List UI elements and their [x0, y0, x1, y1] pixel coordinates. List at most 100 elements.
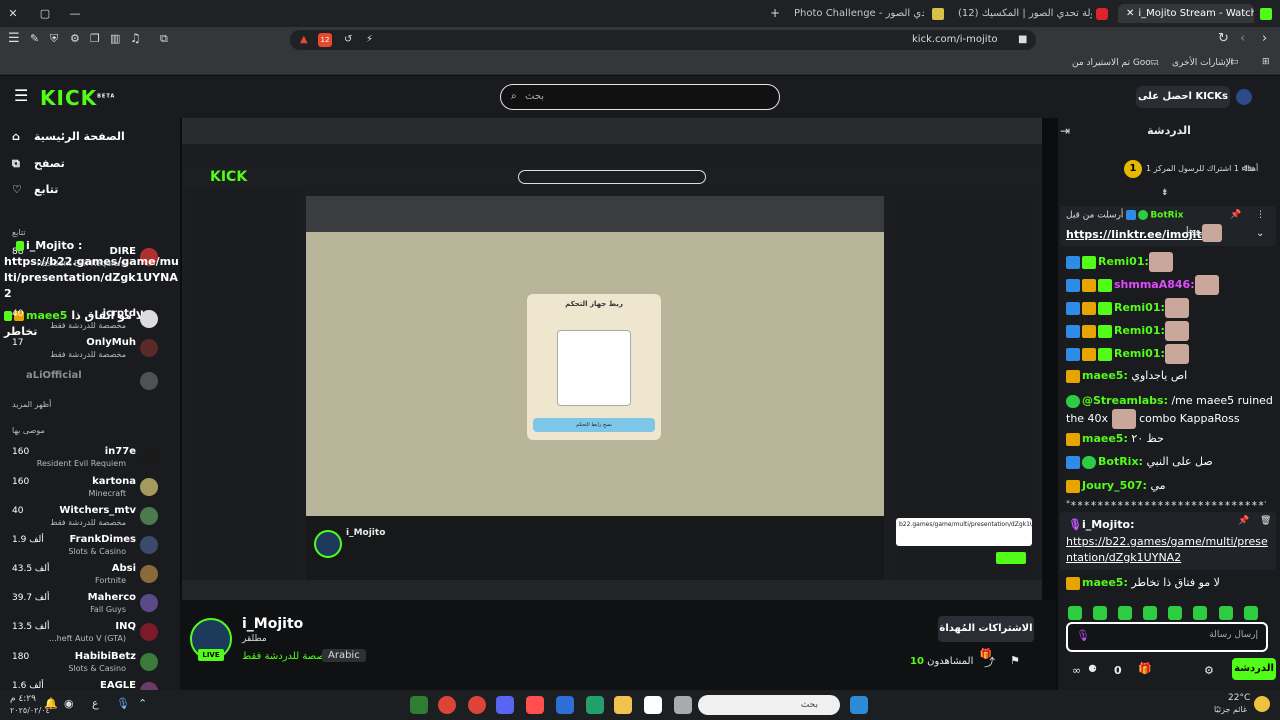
- chat-username[interactable]: shmmaA846:: [1114, 278, 1195, 291]
- follow-icon[interactable]: ⚑: [1010, 654, 1020, 667]
- file-explorer-icon[interactable]: [614, 696, 632, 714]
- minimize-window-icon[interactable]: —: [64, 0, 86, 27]
- back-icon[interactable]: ›: [1262, 31, 1267, 46]
- channel-row[interactable]: 40 Witchers_mtv مخصصة للدردشة فقط: [0, 503, 180, 531]
- emote-icon[interactable]: [1193, 605, 1208, 620]
- reload-icon[interactable]: ↻: [1218, 31, 1229, 46]
- emote-icon[interactable]: [1243, 605, 1258, 620]
- close-window-icon[interactable]: ✕: [2, 0, 24, 27]
- weather-icon[interactable]: [1254, 696, 1270, 712]
- task-view-icon[interactable]: [674, 696, 692, 714]
- microphone-icon[interactable]: 🎙: [116, 697, 130, 710]
- chrome-icon[interactable]: [438, 696, 456, 714]
- chat-username[interactable]: 🎙i_Mojito:: [1068, 518, 1135, 531]
- language-tag[interactable]: Arabic: [322, 649, 366, 662]
- screenshot-icon[interactable]: ⧉: [160, 32, 168, 46]
- tab-close-icon[interactable]: ✕: [1126, 8, 1134, 19]
- weather-description[interactable]: غائم جزئيًا: [1214, 705, 1247, 714]
- music-icon[interactable]: ♫: [130, 31, 141, 45]
- url-bar[interactable]: ▲ 12 ↺ ⚡ kick.com/i-mojito ■: [290, 30, 1036, 50]
- chat-username[interactable]: Remi01:: [1114, 301, 1165, 314]
- channel-row[interactable]: 17 OnlyMuh مخصصة للدردشة فقط: [0, 335, 180, 363]
- hamburger-icon[interactable]: ☰: [14, 86, 28, 105]
- shield-icon[interactable]: ⛨: [50, 32, 58, 46]
- chat-username[interactable]: Remi01:: [1114, 347, 1165, 360]
- clock-time[interactable]: ٤:٢٩ م: [10, 694, 36, 704]
- sidebar-icon[interactable]: ▥: [110, 32, 120, 45]
- chrome-icon[interactable]: [468, 696, 486, 714]
- kick-logo[interactable]: KICKBETA: [40, 86, 115, 110]
- gift-chat-icon[interactable]: 🎁: [1138, 662, 1152, 675]
- chat-username[interactable]: @Streamlabs:: [1082, 394, 1168, 407]
- emote-icon[interactable]: [1068, 605, 1082, 620]
- nav-home[interactable]: ⌂ الصفحة الرئيسية: [12, 130, 172, 148]
- language-indicator[interactable]: ع: [92, 697, 99, 710]
- discord-icon[interactable]: [496, 696, 514, 714]
- pin-icon[interactable]: 📌: [1230, 210, 1241, 220]
- chat-username[interactable]: maee5:: [1082, 576, 1128, 589]
- pin-message-icon[interactable]: 📌: [1238, 516, 1249, 526]
- share-icon[interactable]: ⤴: [984, 654, 995, 670]
- video-player[interactable]: KICK ربط جهاز التحكم نسخ رابط التحكم i_M…: [182, 118, 1042, 600]
- get-kicks-button[interactable]: احصل على KICKs: [1136, 86, 1230, 108]
- app-icon[interactable]: [586, 696, 604, 714]
- brave-warning-icon[interactable]: ▲: [300, 30, 308, 50]
- chat-settings-icon[interactable]: ⚙: [1204, 664, 1214, 677]
- emote-icon[interactable]: [1093, 605, 1108, 620]
- channel-row[interactable]: 39.7 ألف Maherco Fall Guys: [0, 590, 180, 618]
- nav-browse[interactable]: ⧉ تصفح: [12, 157, 172, 175]
- weather-temp[interactable]: 22°C: [1228, 693, 1250, 703]
- channel-row[interactable]: 43.5 ألف Absi Fortnite: [0, 561, 180, 589]
- forward-icon[interactable]: ‹: [1240, 31, 1245, 46]
- emote-icon[interactable]: [1168, 605, 1183, 620]
- profile-avatar[interactable]: [1236, 89, 1252, 105]
- settings-icon[interactable]: ⚙: [70, 32, 80, 45]
- menu-icon[interactable]: ☰: [8, 31, 20, 46]
- overlay-link[interactable]: https://b22.games/game/multi/presentatio…: [4, 254, 180, 302]
- channel-row[interactable]: 1.9 ألف FrankDimes Slots & Casino: [0, 532, 180, 560]
- channel-row-offline[interactable]: aLiOfficial: [0, 368, 180, 396]
- chat-username[interactable]: Remi01:: [1114, 324, 1165, 337]
- tab-i-mojito-stream[interactable]: ✕ i_Mojito Stream - Watch Live on: [1118, 4, 1254, 23]
- search-input[interactable]: ⌕ بحث: [500, 84, 780, 110]
- share-icon[interactable]: ↺: [344, 30, 352, 50]
- brave-icon[interactable]: [526, 696, 544, 714]
- infinity-icon[interactable]: ∞: [1072, 664, 1081, 677]
- chat-username[interactable]: Joury_507:: [1082, 479, 1147, 492]
- delete-message-icon[interactable]: 🗑: [1260, 516, 1271, 526]
- emote-icon[interactable]: [1143, 605, 1158, 620]
- channel-row[interactable]: 1.6 ألف EAGLE: [0, 678, 180, 690]
- brave-shield-icon[interactable]: 12: [318, 33, 332, 47]
- tray-chevron-icon[interactable]: ⌃: [138, 697, 147, 710]
- nav-following[interactable]: ♡ تتابع: [12, 183, 172, 201]
- emote-icon[interactable]: [1218, 605, 1233, 620]
- app-icon[interactable]: [556, 696, 574, 714]
- notification-icon[interactable]: 🔔: [44, 697, 58, 710]
- windows-start-icon[interactable]: [850, 696, 868, 714]
- pinned-message[interactable]: أرسلت من قبل BotRix 📌 ⋮ https://linktr.e…: [1060, 206, 1276, 246]
- chat-username[interactable]: Remi01:: [1098, 255, 1149, 268]
- show-more-link[interactable]: أظهر المزيد: [12, 400, 51, 409]
- xbox-icon[interactable]: [410, 696, 428, 714]
- wallet-icon[interactable]: ⚡: [366, 30, 373, 50]
- chat-send-button[interactable]: الدردشة: [1232, 658, 1276, 680]
- new-tab-button[interactable]: +: [770, 4, 780, 23]
- store-icon[interactable]: [644, 696, 662, 714]
- tab-photo-challenge[interactable]: Photo Challenge - لعبة تحدي الصور: [794, 4, 924, 23]
- streamer-name[interactable]: i_Mojito: [242, 616, 303, 632]
- bookmark-icon[interactable]: ■: [1018, 30, 1027, 50]
- bookmark-imported[interactable]: تم الاستيراد من Goo...: [1072, 58, 1159, 68]
- copy-icon[interactable]: ❐: [90, 32, 100, 45]
- bookmark-other[interactable]: الإشارات الأخرى: [1172, 58, 1233, 68]
- tab-photo-championship[interactable]: (12) بطولة تحدي الصور | المكسيك: [958, 4, 1092, 23]
- chat-username[interactable]: maee5:: [1082, 432, 1128, 445]
- emote-bar[interactable]: [1068, 602, 1278, 639]
- gift-subs-button[interactable]: الاشتراكات المُهداة 🎁: [938, 616, 1034, 660]
- chat-input[interactable]: 🎙 إرسال رسالة: [1066, 622, 1268, 652]
- chat-username[interactable]: BotRix:: [1098, 455, 1143, 468]
- pen-icon[interactable]: ✎: [30, 32, 39, 45]
- channel-row[interactable]: 40 icrptd مخصصة للدردشة فقط: [0, 306, 180, 334]
- taskbar-search[interactable]: بحث: [698, 695, 840, 715]
- channel-row[interactable]: 180 HabibiBetz Slots & Casino: [0, 649, 180, 677]
- maximize-window-icon[interactable]: ▢: [34, 0, 56, 27]
